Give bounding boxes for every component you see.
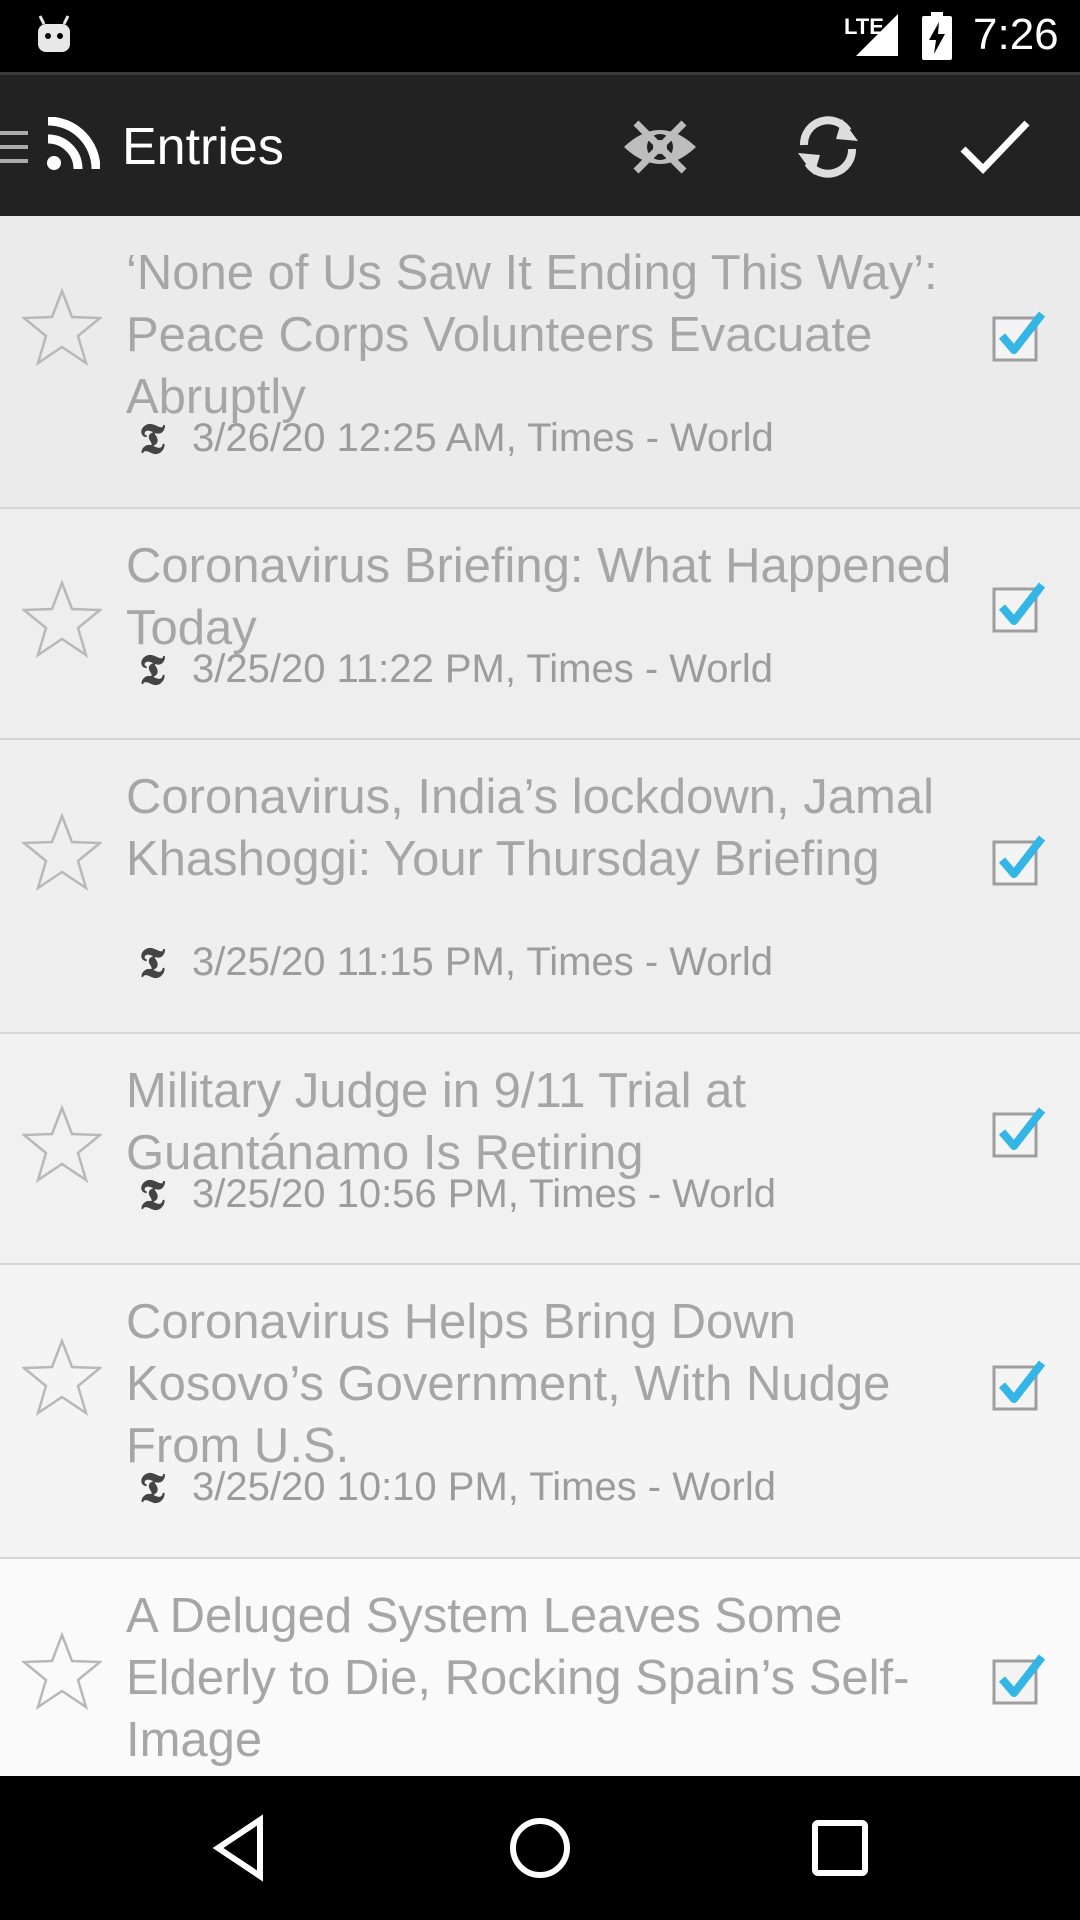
entry-meta: 𝕿 3/26/20 12:25 AM, Times - World	[132, 413, 774, 463]
entry-headline: ‘None of Us Saw It Ending This Way’: Pea…	[126, 246, 938, 424]
star-icon[interactable]	[22, 1337, 102, 1417]
star-icon[interactable]	[22, 1631, 102, 1711]
entry-headline: A Deluged System Leaves Some Elderly to …	[126, 1589, 910, 1767]
read-checkbox[interactable]	[990, 1651, 1046, 1707]
entry-headline: Military Judge in 9/11 Trial at Guantána…	[126, 1064, 747, 1180]
entry-headline: Coronavirus, India’s lockdown, Jamal Kha…	[126, 770, 934, 886]
feed-logo-icon: 𝕿	[139, 937, 165, 987]
page-title: Entries	[122, 118, 284, 176]
star-icon[interactable]	[22, 287, 102, 367]
entry-row[interactable]: Military Judge in 9/11 Trial at Guantána…	[0, 1034, 1080, 1265]
entries-list[interactable]: ‘None of Us Saw It Ending This Way’: Pea…	[0, 216, 1080, 1776]
clock: 7:26	[973, 10, 1059, 59]
read-checkbox[interactable]	[990, 579, 1046, 635]
menu-icon[interactable]	[0, 125, 30, 169]
navigation-bar	[0, 1776, 1080, 1920]
entry-date-source: 3/25/20 10:56 PM, Times - World	[192, 1172, 776, 1216]
entry-date-source: 3/25/20 11:15 PM, Times - World	[192, 940, 773, 984]
star-icon[interactable]	[22, 1104, 102, 1184]
back-icon[interactable]	[200, 1808, 280, 1888]
status-bar: LTE 7:26	[0, 0, 1080, 72]
entry-date-source: 3/26/20 12:25 AM, Times - World	[192, 416, 774, 460]
star-icon[interactable]	[22, 579, 102, 659]
feed-logo-icon: 𝕿	[139, 644, 165, 694]
android-notification-icon	[38, 15, 70, 52]
hide-read-icon	[624, 120, 696, 174]
battery-charging-icon	[922, 12, 952, 60]
home-icon[interactable]	[500, 1808, 580, 1888]
read-checkbox[interactable]	[990, 1104, 1046, 1160]
entry-row[interactable]: Coronavirus Helps Bring Down Kosovo’s Go…	[0, 1265, 1080, 1559]
read-checkbox[interactable]	[990, 308, 1046, 364]
mark-all-read-button[interactable]	[955, 107, 1035, 187]
entry-meta: 𝕿 3/25/20 11:15 PM, Times - World	[132, 937, 773, 987]
rss-icon[interactable]	[46, 117, 100, 171]
entry-headline: Coronavirus Briefing: What Happened Toda…	[126, 539, 952, 655]
entry-meta: 𝕿 3/25/20 10:56 PM, Times - World	[132, 1169, 776, 1219]
signal-icon	[856, 14, 898, 56]
entry-date-source: 3/25/20 10:10 PM, Times - World	[192, 1465, 776, 1509]
entry-row[interactable]: Coronavirus, India’s lockdown, Jamal Kha…	[0, 740, 1080, 1034]
feed-logo-icon: 𝕿	[139, 1462, 165, 1512]
refresh-icon	[798, 116, 858, 178]
entry-meta: 𝕿 3/25/20 11:22 PM, Times - World	[132, 644, 773, 694]
entry-row[interactable]: ‘None of Us Saw It Ending This Way’: Pea…	[0, 216, 1080, 509]
entry-row[interactable]: Coronavirus Briefing: What Happened Toda…	[0, 509, 1080, 740]
entry-meta: 𝕿 3/25/20 10:10 PM, Times - World	[132, 1462, 776, 1512]
star-icon[interactable]	[22, 812, 102, 892]
entry-date-source: 3/25/20 11:22 PM, Times - World	[192, 647, 773, 691]
entry-row[interactable]: A Deluged System Leaves Some Elderly to …	[0, 1559, 1080, 1776]
recents-icon[interactable]	[800, 1808, 880, 1888]
read-checkbox[interactable]	[990, 1357, 1046, 1413]
checkmark-icon	[960, 120, 1030, 175]
entry-headline: Coronavirus Helps Bring Down Kosovo’s Go…	[126, 1295, 891, 1473]
hide-read-button[interactable]	[620, 107, 700, 187]
toolbar: Entries	[0, 72, 1080, 216]
feed-logo-icon: 𝕿	[139, 413, 165, 463]
feed-logo-icon: 𝕿	[139, 1169, 165, 1219]
refresh-button[interactable]	[788, 107, 868, 187]
read-checkbox[interactable]	[990, 832, 1046, 888]
